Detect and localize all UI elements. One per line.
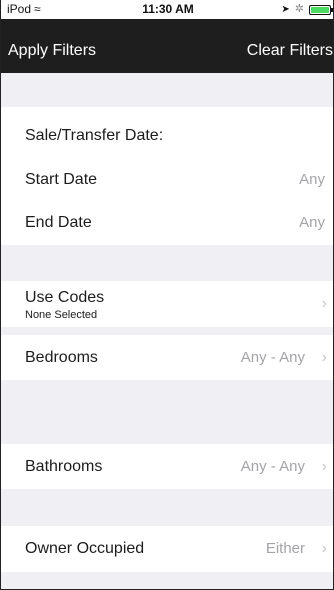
bathrooms-row[interactable]: Bathrooms Any - Any › bbox=[1, 444, 333, 489]
status-bar: iPod ≈ 11:30 AM ➤ ✲ bbox=[1, 0, 333, 19]
chevron-right-icon: › bbox=[321, 458, 327, 475]
bedrooms-value: Any - Any bbox=[240, 349, 305, 366]
start-date-value: Any bbox=[299, 171, 325, 188]
owner-occupied-row[interactable]: Owner Occupied Either › bbox=[1, 526, 333, 572]
bedrooms-row[interactable]: Bedrooms Any - Any › bbox=[1, 335, 333, 380]
bedrooms-label: Bedrooms bbox=[25, 349, 98, 366]
use-codes-row[interactable]: Use Codes None Selected › bbox=[1, 281, 333, 327]
chevron-right-icon: › bbox=[321, 295, 327, 312]
chevron-right-icon: › bbox=[321, 349, 327, 366]
bluetooth-icon: ✲ bbox=[294, 3, 304, 15]
use-codes-sub: None Selected bbox=[25, 309, 98, 321]
bathrooms-value: Any - Any bbox=[240, 458, 305, 475]
bathrooms-label: Bathrooms bbox=[25, 458, 103, 475]
owner-occupied-label: Owner Occupied bbox=[25, 540, 145, 557]
clear-filters-button[interactable]: Clear Filters bbox=[247, 19, 333, 73]
battery-charging-icon bbox=[309, 4, 333, 15]
app-screen: iPod ≈ 11:30 AM ➤ ✲ Apply Filters Clear F… bbox=[0, 0, 334, 590]
apply-filters-button[interactable]: Apply Filters bbox=[8, 19, 96, 73]
start-date-row[interactable]: Start Date Any bbox=[1, 157, 333, 202]
sale-date-header-row: Sale/Transfer Date: bbox=[1, 113, 333, 158]
end-date-row[interactable]: End Date Any bbox=[1, 200, 333, 245]
sale-date-header: Sale/Transfer Date: bbox=[25, 127, 164, 144]
end-date-value: Any bbox=[299, 214, 325, 231]
location-arrow-icon: ➤ bbox=[281, 4, 290, 15]
end-date-label: End Date bbox=[25, 214, 92, 231]
owner-occupied-value: Either bbox=[265, 540, 305, 557]
status-right: ➤ ✲ bbox=[281, 0, 333, 19]
use-codes-label: Use Codes bbox=[25, 289, 105, 306]
sale-date-section: Sale/Transfer Date: Start Date Any End D… bbox=[1, 107, 333, 245]
filter-list: Sale/Transfer Date: Start Date Any End D… bbox=[1, 73, 333, 589]
start-date-label: Start Date bbox=[25, 171, 98, 188]
chevron-right-icon: › bbox=[321, 540, 327, 557]
navigation-bar: Apply Filters Clear Filters bbox=[1, 19, 333, 73]
